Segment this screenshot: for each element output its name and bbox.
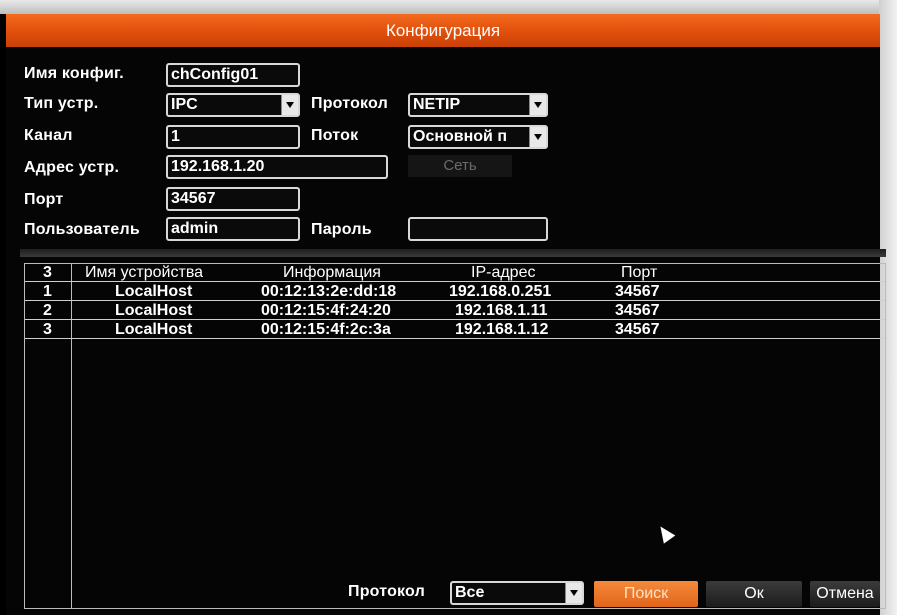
header-info[interactable]: Информация [283,264,381,282]
chevron-down-icon[interactable] [565,583,582,603]
row-index: 1 [43,283,52,300]
row-ip-address: 192.168.1.12 [455,321,549,338]
config-name-label: Имя конфиг. [24,65,124,82]
password-field[interactable] [408,217,548,241]
stream-label: Поток [311,127,359,144]
chevron-down-icon[interactable] [529,95,546,115]
ok-button[interactable]: Ок [706,581,802,607]
device-type-value: IPC [171,96,198,113]
device-table: 3 Имя устройства Информация IP-адрес Пор… [24,263,886,609]
header-count: 3 [43,264,52,281]
device-address-label: Адрес устр. [24,159,120,176]
port-field[interactable]: 34567 [166,187,300,211]
table-header-row: 3 Имя устройства Информация IP-адрес Пор… [25,264,885,282]
user-field[interactable]: admin [166,217,300,241]
search-button[interactable]: Поиск [594,581,698,607]
header-device-name[interactable]: Имя устройства [85,264,203,282]
port-label: Порт [24,191,64,208]
chevron-down-icon[interactable] [281,95,298,115]
cancel-button[interactable]: Отмена [810,581,880,607]
footer-protocol-label: Протокол [348,583,425,600]
stream-value: Основной п [413,128,507,145]
protocol-select[interactable]: NETIP [408,93,548,117]
row-port: 34567 [615,283,660,300]
row-info: 00:12:13:2e:dd:18 [261,283,397,300]
row-ip-address: 192.168.1.11 [455,302,548,319]
screen-edge-top [0,0,897,14]
table-row[interactable]: 2 LocalHost 00:12:15:4f:24:20 192.168.1.… [25,302,885,320]
row-index: 2 [43,302,52,319]
window-titlebar: Конфигурация [6,14,880,47]
chevron-down-icon[interactable] [529,127,546,147]
config-name-field[interactable]: chConfig01 [166,63,300,87]
footer-protocol-select[interactable]: Все [450,581,584,605]
window-title: Конфигурация [385,21,501,40]
stream-select[interactable]: Основной п [408,125,548,149]
device-address-field[interactable]: 192.168.1.20 [166,155,388,179]
network-button[interactable]: Сеть [408,155,512,177]
channel-label: Канал [24,127,73,144]
row-device-name: LocalHost [115,283,193,300]
protocol-value: NETIP [413,96,461,113]
table-row[interactable]: 1 LocalHost 00:12:13:2e:dd:18 192.168.0.… [25,283,885,301]
section-divider [20,249,886,257]
row-port: 34567 [615,302,660,319]
channel-field[interactable]: 1 [166,125,300,149]
device-type-select[interactable]: IPC [166,93,300,117]
footer-protocol-value: Все [455,584,485,601]
bottom-toolbar: Протокол Все Поиск Ок Отмена [6,578,880,615]
table-row[interactable]: 3 LocalHost 00:12:15:4f:2c:3a 192.168.1.… [25,321,885,339]
row-device-name: LocalHost [115,302,193,319]
row-ip-address: 192.168.0.251 [449,283,552,300]
row-device-name: LocalHost [115,321,193,338]
protocol-label: Протокол [311,95,388,112]
config-dialog: Имя конфиг. chConfig01 Тип устр. IPC Про… [6,47,886,615]
row-index: 3 [43,321,52,338]
row-info: 00:12:15:4f:24:20 [261,302,391,319]
header-port[interactable]: Порт [621,264,657,282]
header-ip-address[interactable]: IP-адрес [471,264,535,282]
user-label: Пользователь [24,221,140,238]
device-type-label: Тип устр. [24,95,99,112]
password-label: Пароль [311,221,372,238]
row-port: 34567 [615,321,660,338]
row-info: 00:12:15:4f:2c:3a [261,321,391,338]
